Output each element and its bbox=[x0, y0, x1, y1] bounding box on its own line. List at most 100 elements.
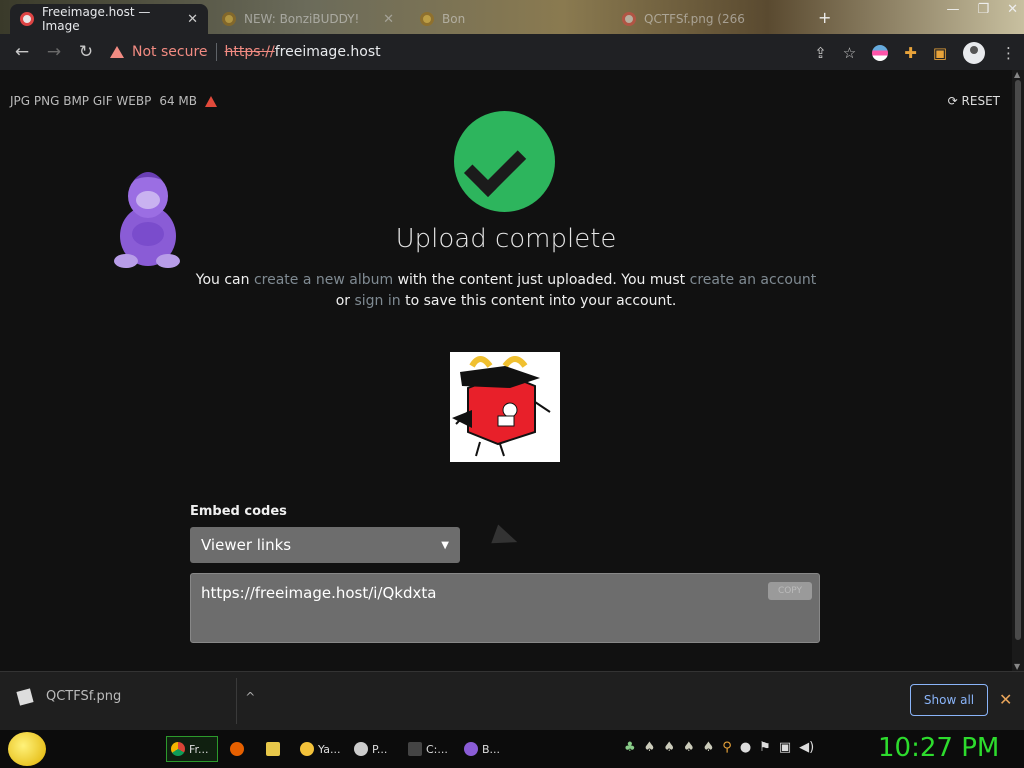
tab-bonzibuddy[interactable]: NEW: BonziBUDDY! ✕ bbox=[212, 4, 404, 34]
taskbar-item-folder[interactable] bbox=[262, 736, 284, 762]
network-icon[interactable]: ▣ bbox=[779, 740, 791, 755]
taskbar-item-cmd[interactable]: C:... bbox=[404, 736, 452, 762]
embed-code-text: https://freeimage.host/i/Qkdxta bbox=[201, 584, 437, 602]
taskbar-item-firefox[interactable] bbox=[226, 736, 248, 762]
scroll-down-icon[interactable]: ▼ bbox=[1014, 662, 1020, 671]
taskbar-label: Fr... bbox=[189, 742, 209, 756]
profile-avatar-icon[interactable] bbox=[963, 42, 985, 64]
url-scheme: https:// bbox=[224, 44, 275, 60]
page-content: JPG PNG BMP GIF WEBP 64 MB ⟳ RESET Uploa… bbox=[0, 70, 1012, 671]
bonzi-mascot bbox=[114, 172, 180, 268]
show-all-button[interactable]: Show all bbox=[910, 684, 988, 716]
bonzi-favicon-icon bbox=[420, 12, 434, 26]
tab-title: Freeimage.host — Image bbox=[42, 5, 151, 33]
folder-icon bbox=[266, 742, 280, 756]
reload-icon[interactable]: ↻ bbox=[70, 42, 102, 62]
download-file-name: QCTFSf.png bbox=[46, 689, 122, 704]
minimize-icon[interactable]: — bbox=[946, 2, 959, 17]
reset-label: RESET bbox=[961, 94, 1000, 108]
msg-text: with the content just uploaded. You must bbox=[397, 272, 686, 288]
system-clock[interactable]: 10:27 PM bbox=[878, 733, 999, 763]
url-host: freeimage.host bbox=[274, 44, 381, 60]
chevron-down-icon: ▼ bbox=[441, 539, 449, 551]
share-icon[interactable]: ⇪ bbox=[814, 44, 827, 62]
msg-text: to save this content into your account. bbox=[405, 293, 677, 309]
bookmark-star-icon[interactable]: ☆ bbox=[843, 44, 856, 62]
max-size-text: 64 MB bbox=[159, 94, 197, 108]
tray-status-icon[interactable]: ● bbox=[740, 740, 751, 755]
download-item[interactable]: QCTFSf.png ^ bbox=[16, 687, 255, 706]
sign-in-link[interactable]: sign in bbox=[354, 293, 400, 309]
chevron-up-icon[interactable]: ^ bbox=[245, 690, 255, 704]
extension-flag-icon[interactable] bbox=[872, 45, 889, 61]
chrome-icon bbox=[171, 742, 185, 756]
side-panel-icon[interactable]: ▣ bbox=[933, 44, 947, 62]
embed-type-select[interactable]: Viewer links ▼ bbox=[190, 527, 460, 563]
firefox-icon bbox=[230, 742, 244, 756]
create-account-link[interactable]: create an account bbox=[690, 272, 817, 288]
mouse-cursor bbox=[491, 524, 521, 552]
terminal-icon bbox=[408, 742, 422, 756]
scroll-up-icon[interactable]: ▲ bbox=[1014, 70, 1020, 79]
taskbar-item-bonzi[interactable]: B... bbox=[460, 736, 504, 762]
system-tray: ♣ ♠ ♠ ♠ ♠ ⚲ ● ⚑ ▣ ◀) bbox=[624, 740, 814, 755]
tray-app-icon[interactable]: ♠ bbox=[683, 740, 695, 755]
formats-text: JPG PNG BMP GIF WEBP bbox=[10, 94, 152, 108]
uploaded-image-thumbnail[interactable] bbox=[450, 352, 560, 462]
menu-dots-icon[interactable]: ⋮ bbox=[1001, 44, 1016, 62]
create-album-link[interactable]: create a new album bbox=[254, 272, 393, 288]
tab-strip: Freeimage.host — Image ✕ NEW: BonziBUDDY… bbox=[0, 0, 1024, 34]
start-smiley-icon[interactable] bbox=[8, 732, 46, 766]
taskbar-item-chrome[interactable]: Fr... bbox=[166, 736, 218, 762]
maximize-icon[interactable]: ❐ bbox=[977, 2, 989, 17]
divider bbox=[236, 678, 237, 724]
search-icon[interactable]: ⚲ bbox=[722, 740, 732, 755]
upload-message: You can create a new album with the cont… bbox=[0, 270, 1012, 312]
warning-icon bbox=[110, 46, 124, 58]
embed-codes-label: Embed codes bbox=[190, 504, 287, 519]
browser-toolbar: ← → ↻ Not secure https://freeimage.host … bbox=[0, 34, 1024, 70]
bonzi-icon bbox=[464, 742, 478, 756]
tray-app-icon[interactable]: ♠ bbox=[663, 740, 675, 755]
msg-text: or bbox=[335, 293, 351, 309]
os-taskbar: Fr... Ya... P... C:... B... ♣ ♠ ♠ ♠ ♠ ⚲ … bbox=[0, 730, 1024, 768]
volume-icon[interactable]: ◀) bbox=[799, 740, 814, 755]
flag-alert-icon[interactable]: ⚑ bbox=[759, 740, 771, 755]
close-window-icon[interactable]: ✕ bbox=[1007, 2, 1018, 17]
scroll-thumb[interactable] bbox=[1015, 80, 1021, 640]
back-arrow-icon[interactable]: ← bbox=[6, 42, 38, 62]
forward-arrow-icon[interactable]: → bbox=[38, 42, 70, 62]
tab-title: Bon bbox=[442, 12, 466, 26]
new-tab-icon[interactable]: + bbox=[818, 8, 831, 27]
taskbar-label: P... bbox=[372, 742, 388, 756]
security-label[interactable]: Not secure bbox=[132, 44, 208, 60]
close-tab-icon[interactable]: ✕ bbox=[187, 12, 198, 27]
success-check-icon bbox=[454, 111, 555, 212]
reset-button[interactable]: ⟳ RESET bbox=[948, 94, 1000, 108]
close-shelf-icon[interactable]: ✕ bbox=[999, 690, 1012, 709]
tray-app-icon[interactable]: ♠ bbox=[644, 740, 656, 755]
taskbar-item-yahoo[interactable]: Ya... bbox=[296, 736, 344, 762]
address-bar[interactable]: Not secure https://freeimage.host bbox=[110, 38, 850, 66]
page-scrollbar[interactable]: ▲ ▼ bbox=[1012, 70, 1024, 671]
freeimage-favicon-icon bbox=[622, 12, 636, 26]
taskbar-label: C:... bbox=[426, 742, 448, 756]
tray-app-icon[interactable]: ♣ bbox=[624, 740, 636, 755]
embed-code-textarea[interactable]: https://freeimage.host/i/Qkdxta COPY bbox=[190, 573, 820, 643]
taskbar-label: B... bbox=[482, 742, 501, 756]
tab-qctfsf[interactable]: QCTFSf.png (266 bbox=[612, 4, 808, 34]
close-tab-icon[interactable]: ✕ bbox=[383, 12, 394, 27]
tab-freeimage[interactable]: Freeimage.host — Image ✕ bbox=[10, 4, 208, 34]
divider bbox=[215, 43, 217, 61]
extensions-puzzle-icon[interactable]: ✚ bbox=[904, 44, 917, 62]
file-icon bbox=[16, 687, 34, 706]
msg-text: You can bbox=[195, 272, 250, 288]
taskbar-item-paint[interactable]: P... bbox=[350, 736, 391, 762]
freeimage-favicon-icon bbox=[20, 12, 34, 26]
tab-title: NEW: BonziBUDDY! bbox=[244, 12, 360, 26]
paint-icon bbox=[354, 742, 368, 756]
copy-button[interactable]: COPY bbox=[768, 582, 812, 600]
bonzi-favicon-icon bbox=[222, 12, 236, 26]
tray-app-icon[interactable]: ♠ bbox=[703, 740, 715, 755]
tab-bon[interactable]: Bon bbox=[410, 4, 610, 34]
